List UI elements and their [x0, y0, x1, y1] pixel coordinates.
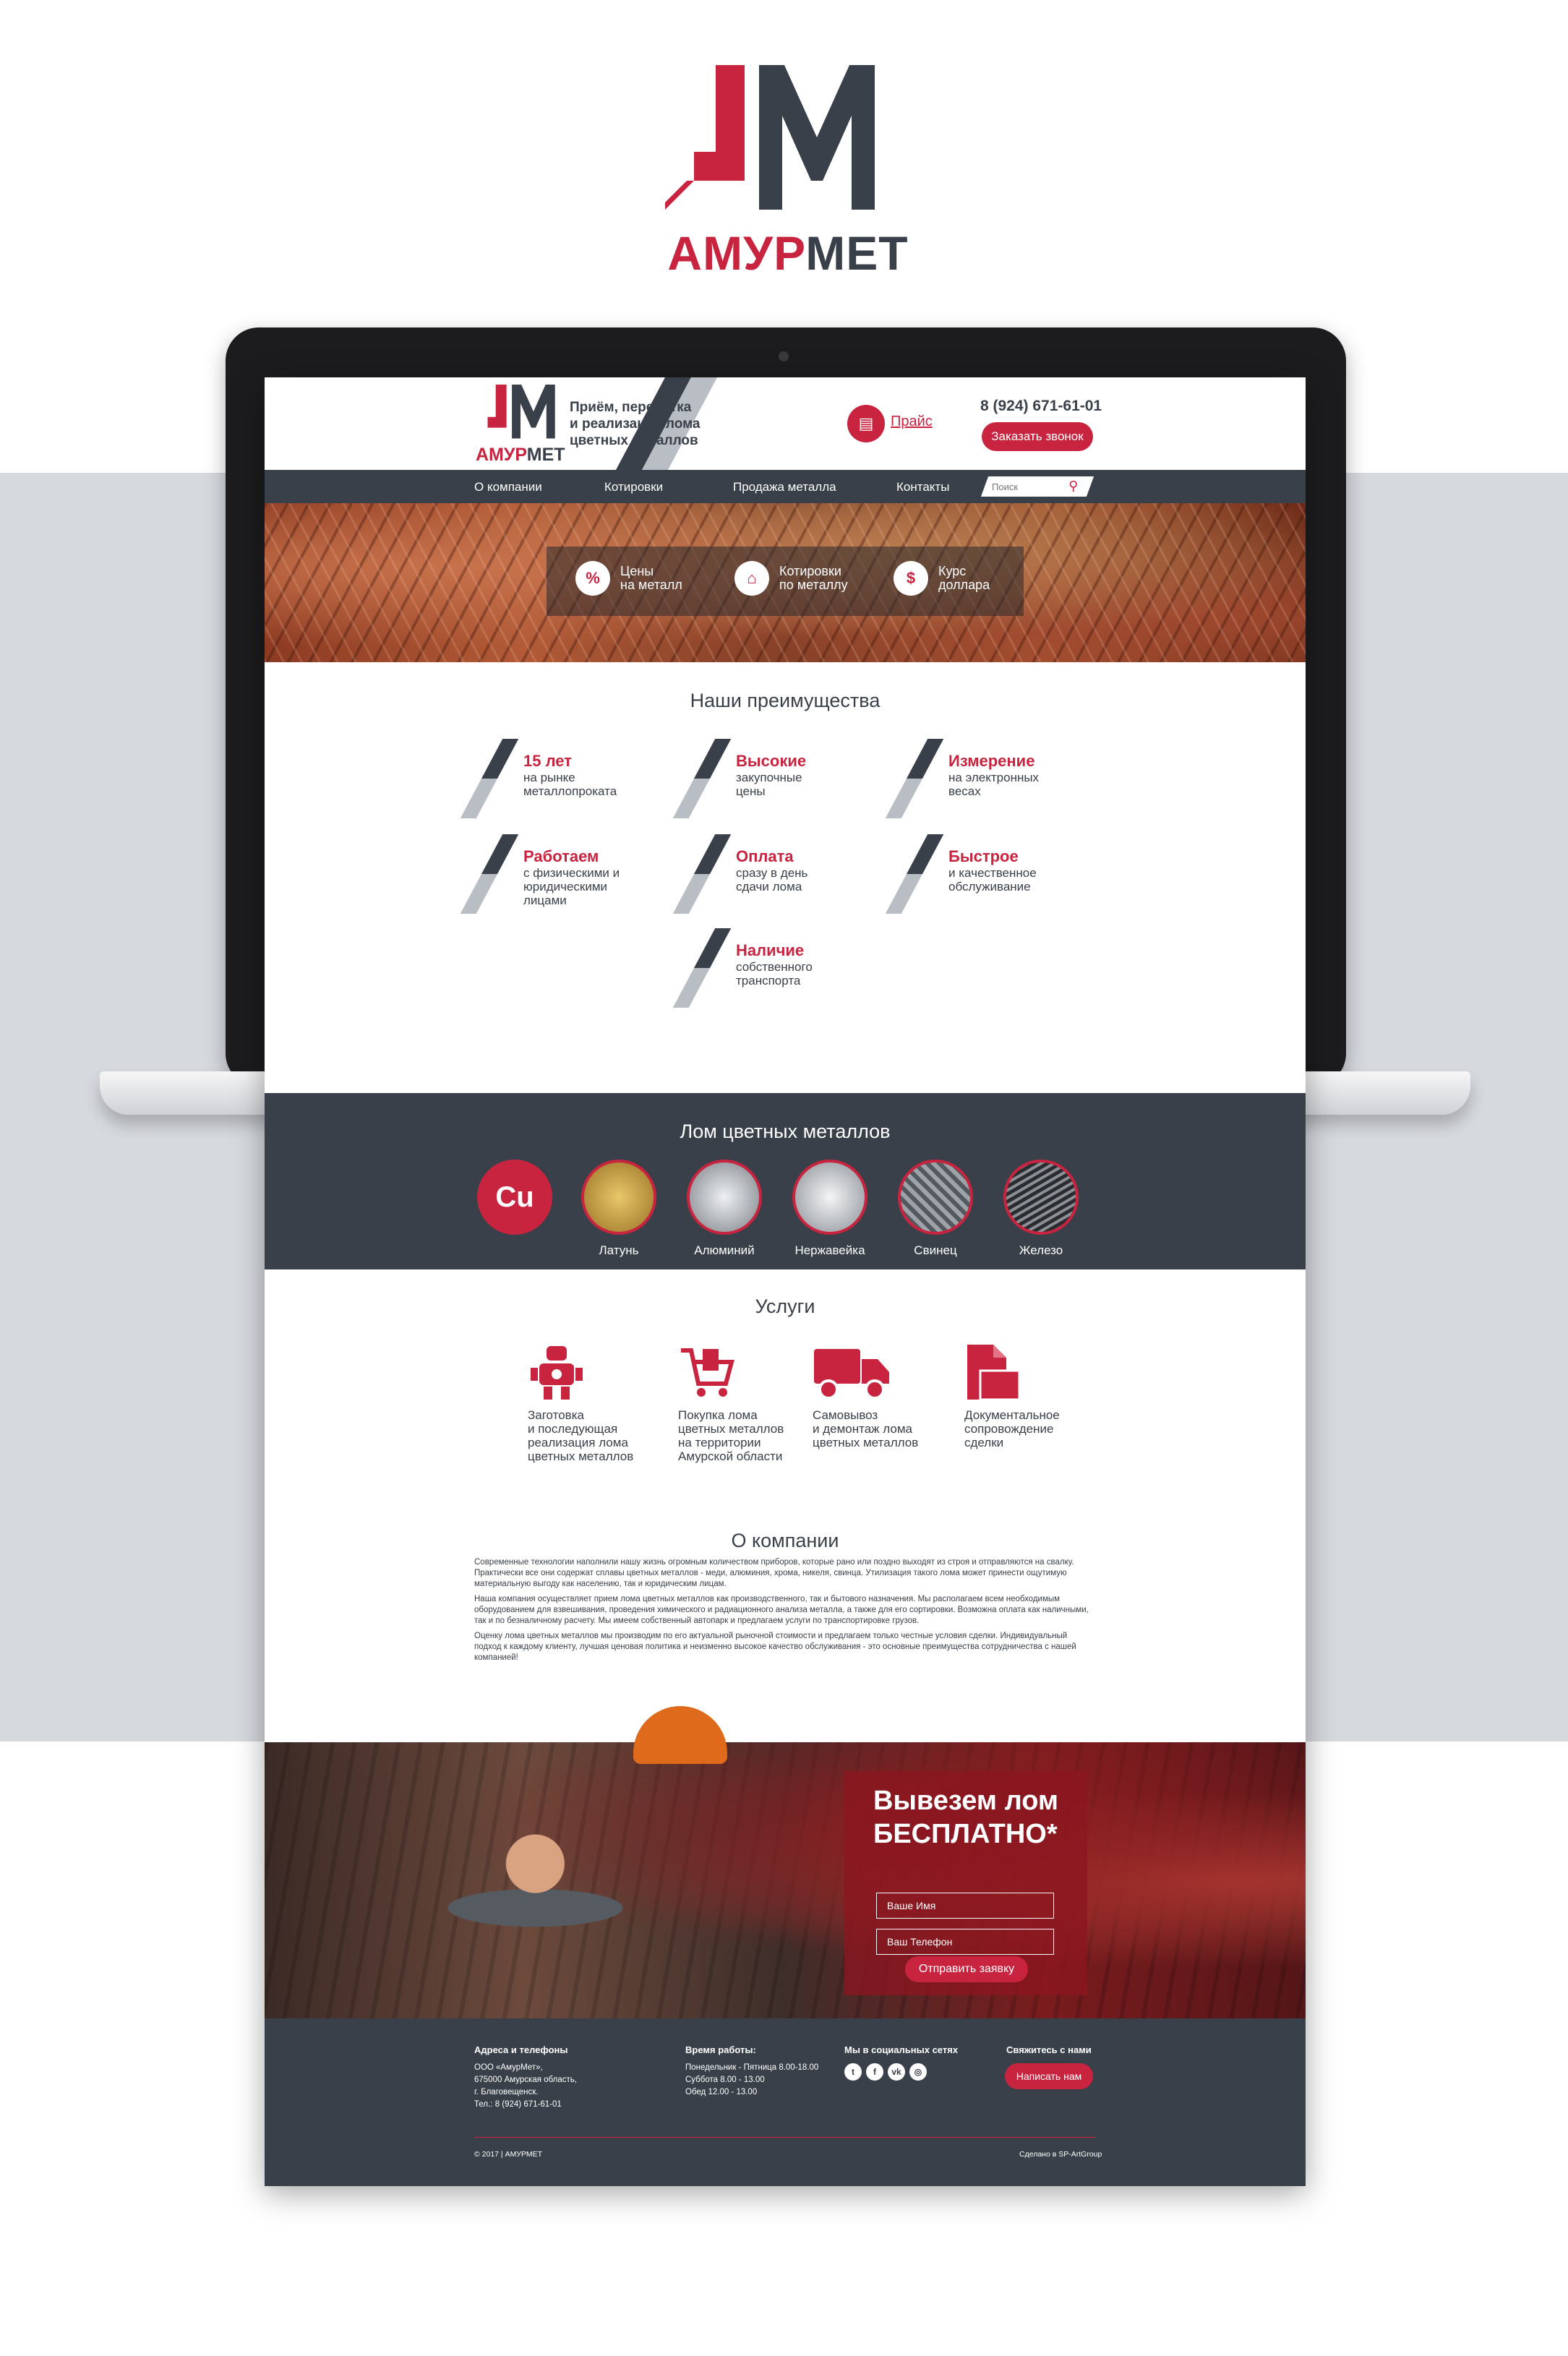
services-title: Услуги	[755, 1295, 815, 1317]
metal-brass-image[interactable]	[581, 1160, 656, 1235]
search-input[interactable]	[992, 479, 1064, 494]
service-item: Заготовка и последующая реализация лома …	[528, 1343, 672, 1463]
copyright: © 2017 | АМУРМЕТ	[474, 2150, 543, 2159]
advantage-item: Наличие собственного транспорта	[672, 928, 896, 1008]
promo-title: Вывезем лом БЕСПЛАТНО*	[873, 1786, 1059, 1849]
footer-hours-title: Время работы:	[685, 2044, 756, 2055]
site-footer: Адреса и телефоны ООО «АмурМет», 675000 …	[265, 2018, 1306, 2186]
metal-aluminium-image[interactable]	[687, 1160, 762, 1235]
price-list-icon[interactable]: ▤	[847, 405, 885, 442]
hero-quick-links: % Цены на металл ⌂ Котировки по металлу $ К…	[547, 547, 1024, 616]
metal-label: Нержавейка	[794, 1243, 865, 1257]
made-by[interactable]: Сделано в SP-ArtGroup	[1019, 2150, 1102, 2159]
hero-link-dollar[interactable]: $ Курс доллара	[894, 561, 990, 596]
search-icon[interactable]: ⚲	[1068, 479, 1078, 494]
footer-divider	[474, 2137, 1096, 2138]
dollar-icon: $	[894, 561, 928, 596]
about-title: О компании	[731, 1530, 839, 1551]
advantages-title: Наши преимущества	[690, 690, 881, 711]
nav-item-quotes[interactable]: Котировки	[604, 480, 663, 494]
order-call-button[interactable]: Заказать звонок	[982, 422, 1093, 451]
advantage-item: Высокие закупочные цены	[672, 739, 896, 818]
twitter-icon[interactable]: t	[844, 2063, 862, 2081]
metals-title: Лом цветных металлов	[680, 1121, 891, 1142]
metal-iron-image[interactable]	[1003, 1160, 1079, 1235]
metal-label: Латунь	[599, 1243, 639, 1257]
facebook-icon[interactable]: f	[866, 2063, 883, 2081]
service-item: Покупка лома цветных металлов на террито…	[678, 1343, 823, 1463]
advantage-item: Быстрое и качественное обслуживание	[885, 834, 1109, 914]
hero-banner: % Цены на металл ⌂ Котировки по металлу $ К…	[265, 503, 1306, 662]
search-box: ⚲	[980, 476, 1094, 497]
header-logo[interactable]: АМУРМЕТ	[476, 385, 570, 465]
document-icon	[964, 1343, 1109, 1408]
hero-link-quotes[interactable]: ⌂ Котировки по металлу	[734, 561, 848, 596]
metals-section: Лом цветных металлов Cu Латунь Алюминий …	[265, 1093, 1306, 1269]
metal-label: Свинец	[914, 1243, 957, 1257]
pickup-form: Вывезем лом БЕСПЛАТНО* Отправить заявку	[844, 1771, 1087, 1995]
phone-field[interactable]	[876, 1929, 1054, 1955]
advantage-item: Работаем с физическими и юридическими лиц…	[460, 834, 684, 914]
brand-logo: АМУРМЕТ	[665, 65, 911, 282]
header-tagline: Приём, переботка и реализация лома цветн…	[570, 400, 701, 448]
price-list-link[interactable]: Прайс	[891, 414, 933, 430]
metal-copper[interactable]: Cu	[477, 1160, 552, 1235]
service-item: Документальное сопровождение сделки	[964, 1343, 1109, 1449]
site-header: АМУРМЕТ Приём, переботка и реализация ло…	[265, 377, 1306, 470]
nav-item-about[interactable]: О компании	[474, 480, 542, 494]
house-chart-icon: ⌂	[734, 561, 769, 596]
footer-hours: Понедельник - Пятница 8.00-18.00 Суббота…	[685, 2063, 819, 2096]
footer-address: ООО «АмурМет», 675000 Амурская область, …	[474, 2063, 577, 2109]
main-nav: О компании Котировки Продажа металла Кон…	[265, 470, 1306, 503]
nav-item-contacts[interactable]: Контакты	[896, 480, 949, 494]
name-field[interactable]	[876, 1893, 1054, 1919]
nav-item-sale[interactable]: Продажа металла	[733, 480, 836, 494]
metal-stainless-image[interactable]	[792, 1160, 867, 1235]
footer-social-title: Мы в социальных сетях	[844, 2044, 959, 2055]
metal-label: Железо	[1019, 1243, 1063, 1257]
hero-link-prices[interactable]: % Цены на металл	[575, 561, 682, 596]
promo-banner: Вывезем лом БЕСПЛАТНО* Отправить заявку	[265, 1706, 1306, 2018]
header-phone: 8 (924) 671-61-01	[980, 398, 1102, 414]
advantage-item: Измерение на электронных весах	[885, 739, 1109, 818]
footer-contact-title: Свяжитесь с нами	[1006, 2044, 1092, 2055]
write-us-button[interactable]: Написать нам	[1005, 2063, 1093, 2089]
robot-icon	[528, 1343, 672, 1408]
webcam	[779, 351, 789, 361]
website-page: АМУРМЕТ Приём, переботка и реализация ло…	[265, 377, 1306, 2186]
advantage-item: Оплата сразу в день сдачи лома	[672, 834, 896, 914]
metal-lead-image[interactable]	[898, 1160, 973, 1235]
metal-label: Алюминий	[694, 1243, 755, 1257]
instagram-icon[interactable]: ◎	[909, 2063, 927, 2081]
submit-request-button[interactable]: Отправить заявку	[905, 1956, 1028, 1982]
vk-icon[interactable]: vk	[888, 2063, 905, 2081]
truck-icon	[813, 1343, 957, 1408]
service-item: Самовывоз и демонтаж лома цветных металл…	[813, 1343, 957, 1449]
footer-address-title: Адреса и телефоны	[474, 2044, 568, 2055]
advantage-item: 15 лет на рынке металлопроката	[460, 739, 684, 818]
worker-photo	[633, 1706, 727, 1764]
about-text: Современные технологии наполнили нашу жи…	[474, 1558, 1089, 1662]
cart-icon	[678, 1343, 823, 1408]
price-tag-icon: %	[575, 561, 610, 596]
